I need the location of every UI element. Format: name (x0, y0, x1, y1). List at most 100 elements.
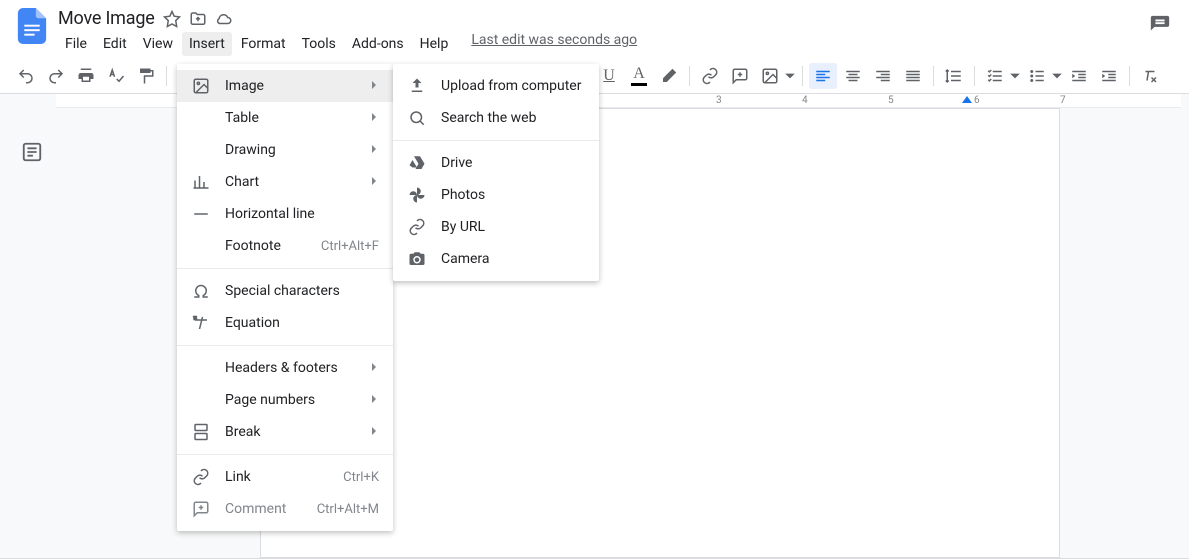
menu-label: Break (225, 424, 355, 440)
toolbar-separator (974, 66, 975, 86)
menu-format[interactable]: Format (234, 32, 293, 56)
image-by-url-item[interactable]: By URL (393, 211, 599, 243)
menu-addons[interactable]: Add-ons (345, 32, 411, 56)
menu-label: Equation (225, 315, 379, 331)
ruler-tick: 3 (716, 95, 722, 106)
image-search-web-item[interactable]: Search the web (393, 102, 599, 134)
link-icon (191, 468, 211, 486)
menu-label: Search the web (441, 110, 585, 126)
document-header: Move Image File Edit View Insert Format … (0, 0, 1189, 58)
menu-file[interactable]: File (58, 32, 94, 56)
menu-shortcut: Ctrl+Alt+M (317, 502, 379, 517)
last-edit-link[interactable]: Last edit was seconds ago (471, 32, 637, 56)
redo-button[interactable] (42, 63, 70, 89)
star-icon[interactable] (163, 10, 181, 28)
equation-icon: π (191, 314, 211, 332)
menu-label: Footnote (225, 238, 307, 254)
insert-link-button[interactable] (696, 63, 724, 89)
submenu-arrow-icon (369, 110, 379, 126)
insert-comment-item: Comment Ctrl+Alt+M (177, 493, 393, 525)
add-comment-button[interactable] (726, 63, 754, 89)
menu-label: Page numbers (225, 392, 355, 408)
menu-label: By URL (441, 219, 585, 235)
menu-label: Drive (441, 155, 585, 171)
docs-logo-icon[interactable] (12, 6, 52, 46)
insert-page-numbers-item[interactable]: Page numbers (177, 384, 393, 416)
menu-help[interactable]: Help (413, 32, 456, 56)
image-photos-item[interactable]: Photos (393, 179, 599, 211)
menu-insert[interactable]: Insert (182, 32, 232, 56)
insert-equation-item[interactable]: π Equation (177, 307, 393, 339)
insert-drawing-item[interactable]: Drawing (177, 134, 393, 166)
align-justify-button[interactable] (899, 63, 927, 89)
menu-label: Horizontal line (225, 206, 379, 222)
menu-label: Image (225, 78, 355, 94)
ruler-tick: 6 (974, 95, 980, 106)
insert-image-caret-icon[interactable] (784, 63, 796, 89)
insert-headers-footers-item[interactable]: Headers & footers (177, 352, 393, 384)
checklist-caret-icon[interactable] (1009, 63, 1021, 89)
menu-label: Link (225, 469, 329, 485)
break-icon (191, 423, 211, 441)
increase-indent-button[interactable] (1095, 63, 1123, 89)
clear-formatting-button[interactable] (1136, 63, 1164, 89)
menu-tools[interactable]: Tools (295, 32, 343, 56)
toolbar-separator (1129, 66, 1130, 86)
comment-icon (191, 500, 211, 518)
bulleted-list-button[interactable] (1023, 63, 1051, 89)
insert-break-item[interactable]: Break (177, 416, 393, 448)
text-color-button[interactable]: A (625, 63, 653, 89)
insert-image-item[interactable]: Image (177, 70, 393, 102)
menu-label: Headers & footers (225, 360, 355, 376)
insert-image-button[interactable] (756, 63, 784, 89)
move-to-folder-icon[interactable] (189, 10, 207, 28)
toolbar-separator (166, 66, 167, 86)
image-drive-item[interactable]: Drive (393, 147, 599, 179)
align-right-button[interactable] (869, 63, 897, 89)
insert-horizontal-line-item[interactable]: Horizontal line (177, 198, 393, 230)
insert-table-item[interactable]: Table (177, 102, 393, 134)
photos-icon (407, 186, 427, 204)
ruler-tick: 7 (1060, 95, 1066, 106)
document-title[interactable]: Move Image (58, 8, 155, 29)
print-button[interactable] (72, 63, 100, 89)
menu-divider (393, 140, 599, 141)
decrease-indent-button[interactable] (1065, 63, 1093, 89)
underline-button[interactable]: U (595, 63, 623, 89)
align-left-button[interactable] (809, 63, 837, 89)
menu-label: Photos (441, 187, 585, 203)
undo-button[interactable] (12, 63, 40, 89)
submenu-arrow-icon (369, 424, 379, 440)
image-submenu: Upload from computer Search the web Driv… (393, 64, 599, 281)
paint-format-button[interactable] (132, 63, 160, 89)
checklist-button[interactable] (981, 63, 1009, 89)
menu-view[interactable]: View (136, 32, 180, 56)
document-outline-button[interactable] (14, 134, 50, 170)
menu-label: Drawing (225, 142, 355, 158)
menu-edit[interactable]: Edit (96, 32, 134, 56)
drive-icon (407, 154, 427, 172)
menu-label: Chart (225, 174, 355, 190)
align-center-button[interactable] (839, 63, 867, 89)
submenu-arrow-icon (369, 360, 379, 376)
image-upload-item[interactable]: Upload from computer (393, 70, 599, 102)
insert-special-characters-item[interactable]: Special characters (177, 275, 393, 307)
line-spacing-button[interactable] (940, 63, 968, 89)
insert-menu: Image Table Drawing Chart Horizontal lin… (177, 64, 393, 531)
spellcheck-button[interactable] (102, 63, 130, 89)
insert-footnote-item[interactable]: Footnote Ctrl+Alt+F (177, 230, 393, 262)
ruler-tick: 4 (802, 95, 808, 106)
highlight-color-button[interactable] (655, 63, 683, 89)
upload-icon (407, 77, 427, 95)
insert-link-item[interactable]: Link Ctrl+K (177, 461, 393, 493)
menu-divider (177, 454, 393, 455)
menu-shortcut: Ctrl+K (343, 470, 379, 485)
bulleted-list-caret-icon[interactable] (1051, 63, 1063, 89)
menu-label: Upload from computer (441, 78, 585, 94)
insert-chart-item[interactable]: Chart (177, 166, 393, 198)
cloud-status-icon[interactable] (215, 10, 233, 28)
open-comments-button[interactable] (1143, 8, 1177, 42)
ruler-tick: 5 (888, 95, 894, 106)
chart-icon (191, 173, 211, 191)
image-camera-item[interactable]: Camera (393, 243, 599, 275)
